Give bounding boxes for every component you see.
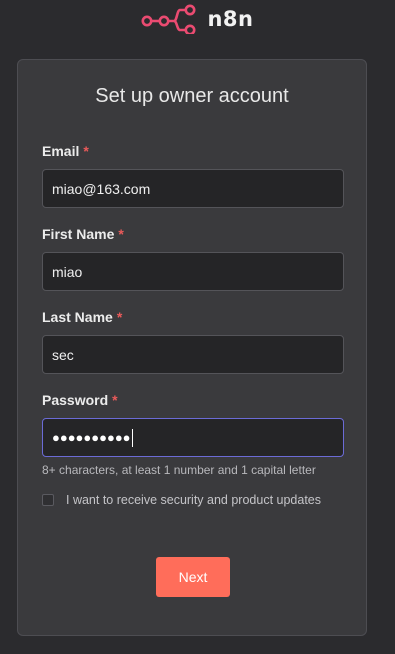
last-name-label-text: Last Name	[42, 309, 113, 325]
first-name-label-text: First Name	[42, 226, 115, 242]
email-label-text: Email	[42, 143, 80, 159]
updates-checkbox-row[interactable]: I want to receive security and product u…	[42, 493, 321, 507]
email-label: Email *	[42, 143, 89, 159]
n8n-logo-icon	[141, 4, 199, 34]
first-name-input[interactable]: miao	[42, 252, 344, 291]
setup-form-card: Set up owner account Email * miao@163.com…	[17, 59, 367, 636]
last-name-label: Last Name *	[42, 309, 122, 325]
updates-checkbox[interactable]	[42, 494, 54, 506]
password-label-text: Password	[42, 392, 109, 408]
text-caret	[131, 428, 133, 447]
email-input-value: miao@163.com	[52, 180, 151, 197]
updates-checkbox-label[interactable]: I want to receive security and product u…	[66, 493, 321, 507]
last-name-input-value: sec	[52, 346, 74, 363]
required-marker: *	[116, 309, 123, 325]
required-marker: *	[112, 392, 118, 408]
required-marker: *	[83, 143, 89, 159]
form-title: Set up owner account	[95, 85, 289, 107]
email-input[interactable]: miao@163.com	[42, 169, 344, 208]
next-button[interactable]: Next	[156, 557, 230, 597]
logo-text: n8n	[207, 7, 254, 31]
password-input-value: ●●●●●●●●●●	[52, 430, 131, 445]
n8n-logo: n8n	[0, 2, 395, 36]
password-label: Password *	[42, 392, 118, 408]
setup-page: n8n Set up owner account Email * miao@163…	[0, 0, 395, 654]
password-input[interactable]: ●●●●●●●●●●	[42, 418, 344, 457]
required-marker: *	[118, 226, 124, 242]
last-name-input[interactable]: sec	[42, 335, 344, 374]
password-hint: 8+ characters, at least 1 number and 1 c…	[42, 463, 316, 477]
first-name-input-value: miao	[52, 263, 83, 280]
first-name-label: First Name *	[42, 226, 124, 242]
